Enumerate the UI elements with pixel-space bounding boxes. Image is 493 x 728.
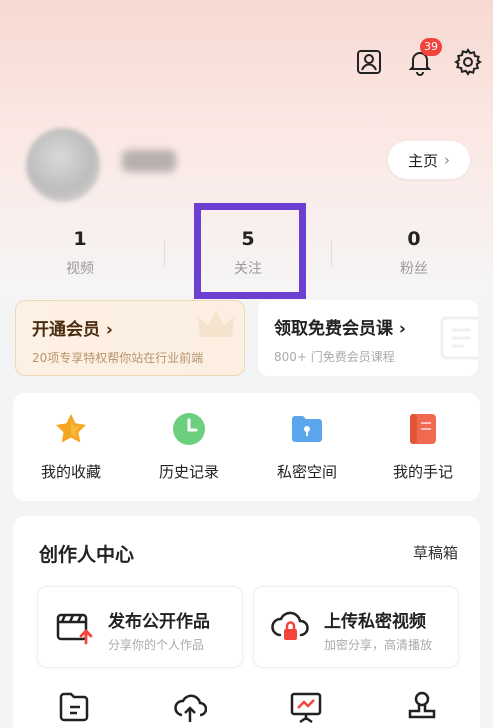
drafts-link[interactable]: 草稿箱 <box>413 542 458 563</box>
publish-public-card[interactable]: 发布公开作品 分享你的个人作品 <box>37 586 243 668</box>
private-folder-icon <box>292 416 322 442</box>
contact-card-icon[interactable] <box>353 46 385 78</box>
upload-private-subtitle: 加密分享，高清播放 <box>324 638 433 652</box>
stat-videos[interactable]: 1 视频 <box>20 226 140 278</box>
quick-action-label: 私密空间 <box>276 463 337 481</box>
quick-action-label: 我的收藏 <box>40 463 101 481</box>
upload-private-card[interactable]: 上传私密视频 加密分享，高清播放 <box>253 586 459 668</box>
stat-videos-value: 1 <box>73 228 87 250</box>
cloud-upload-icon[interactable] <box>173 690 207 724</box>
star-icon <box>56 414 86 443</box>
clock-icon <box>173 413 205 445</box>
presentation-chart-icon[interactable] <box>289 690 323 724</box>
quick-actions-panel: 我的收藏 历史记录 私密空间 我的手记 <box>13 393 480 501</box>
creator-center-title: 创作人中心 <box>39 544 135 566</box>
upload-private-title: 上传私密视频 <box>324 612 426 632</box>
publish-public-title: 发布公开作品 <box>108 612 210 632</box>
quick-action-history[interactable]: 历史记录 <box>131 411 247 482</box>
stat-divider <box>331 240 332 266</box>
avatar[interactable] <box>26 128 100 202</box>
publish-icon <box>56 613 93 645</box>
gear-icon[interactable] <box>452 46 484 78</box>
stat-divider <box>164 240 165 266</box>
free-course-subtitle: 800+ 门免费会员课程 <box>274 350 395 364</box>
stamp-icon[interactable] <box>405 690 439 724</box>
quick-action-label: 历史记录 <box>158 463 219 481</box>
nickname-blurred <box>122 150 176 172</box>
vip-card[interactable]: 开通会员 › 20项专享特权帮你站在行业前端 <box>15 300 245 376</box>
creator-center-panel: 创作人中心 草稿箱 发布公开作品 分享你的个人作品 上传私密视频 加密分享，高清… <box>13 516 480 728</box>
notification-badge: 39 <box>420 38 442 56</box>
home-button[interactable]: 主页 › <box>388 141 470 179</box>
stat-followers-value: 0 <box>407 228 421 250</box>
chevron-right-icon: › <box>444 151 450 169</box>
stat-videos-label: 视频 <box>66 261 94 277</box>
file-list-icon[interactable] <box>57 690 91 724</box>
stat-followers[interactable]: 0 粉丝 <box>354 226 474 278</box>
crown-icon <box>198 311 234 337</box>
home-button-label: 主页 <box>407 151 438 170</box>
vip-subtitle: 20项专享特权帮你站在行业前端 <box>32 351 204 365</box>
quick-action-notes[interactable]: 我的手记 <box>365 411 481 482</box>
book-icon <box>440 316 478 360</box>
quick-action-private-space[interactable]: 私密空间 <box>249 411 365 482</box>
highlight-box <box>194 203 306 299</box>
quick-action-favorites[interactable]: 我的收藏 <box>13 411 129 482</box>
publish-public-subtitle: 分享你的个人作品 <box>108 638 205 652</box>
notebook-icon <box>410 414 436 444</box>
cloud-lock-icon <box>271 611 309 640</box>
quick-action-label: 我的手记 <box>392 463 453 481</box>
stat-followers-label: 粉丝 <box>400 261 428 277</box>
free-course-card[interactable]: 领取免费会员课 › 800+ 门免费会员课程 <box>258 300 478 376</box>
free-course-title: 领取免费会员课 › <box>274 319 406 339</box>
